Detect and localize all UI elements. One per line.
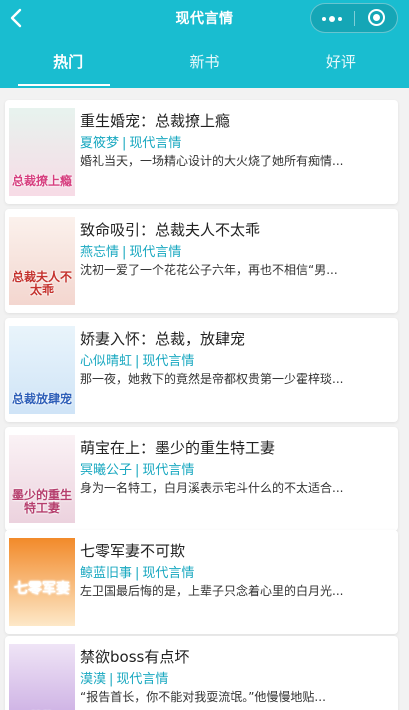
book-title: 禁欲boss有点坏: [80, 648, 190, 666]
meta-separator: |: [135, 354, 140, 369]
tab-top-rated-label: 好评: [325, 53, 356, 71]
book-cover: 墨少的重生特工妻: [9, 435, 75, 523]
book-cover: 总裁撩上瘾: [9, 108, 75, 196]
book-category[interactable]: 现代言情: [116, 672, 168, 687]
cover-title: 总裁撩上瘾: [11, 174, 72, 188]
book-description: 身为一名特工，白月溪表示宅斗什么的不太适合...: [80, 481, 344, 495]
book-meta: 燕忘情 | 现代言情: [80, 241, 181, 260]
book-author[interactable]: 冥曦公子: [80, 463, 132, 478]
book-meta: 冥曦公子 | 现代言情: [80, 459, 194, 478]
book-title: 七零军妻不可欺: [80, 542, 186, 560]
book-meta: 夏筱梦 | 现代言情: [80, 132, 181, 151]
book-author[interactable]: 心似晴虹: [80, 354, 132, 369]
book-category[interactable]: 现代言情: [142, 463, 194, 478]
meta-separator: |: [122, 136, 127, 151]
mini-program-capsule: [310, 3, 398, 33]
book-description: 那一夜，她救下的竟然是帝都权贵第一少霍梓琰...: [80, 372, 344, 386]
book-card[interactable]: 总裁撩上瘾 重生婚宠：总裁撩上瘾 夏筱梦 | 现代言情 婚礼当天，一场精心设计的大火…: [5, 100, 398, 204]
book-author[interactable]: 鲸蓝旧事: [80, 566, 132, 581]
book-description: 左卫国最后悔的是，上辈子只念着心里的白月光...: [80, 584, 344, 598]
book-cover: 总裁夫人不太乖: [9, 217, 75, 305]
book-cover: 七零军妻: [9, 538, 75, 626]
book-list: 总裁撩上瘾 重生婚宠：总裁撩上瘾 夏筱梦 | 现代言情 婚礼当天，一场精心设计的大火…: [0, 88, 409, 710]
tab-hot[interactable]: 热门: [0, 36, 136, 88]
tab-hot-label: 热门: [53, 53, 84, 71]
tab-new[interactable]: 新书: [136, 36, 272, 88]
book-title: 致命吸引：总裁夫人不太乖: [80, 221, 261, 239]
book-title: 娇妻入怀：总裁，放肆宠: [80, 330, 246, 348]
book-card[interactable]: 七零军妻 七零军妻不可欺 鲸蓝旧事 | 现代言情 左卫国最后悔的是，上辈子只念着心里…: [5, 530, 398, 634]
book-meta: 鲸蓝旧事 | 现代言情: [80, 562, 194, 581]
book-meta: 漠漠 | 现代言情: [80, 668, 168, 687]
book-author[interactable]: 夏筱梦: [80, 136, 119, 151]
cover-title: 墨少的重生特工妻: [11, 488, 72, 515]
book-card[interactable]: 总裁夫人不太乖 致命吸引：总裁夫人不太乖 燕忘情 | 现代言情 沈初一爱了一个花花公…: [5, 209, 398, 313]
book-title: 萌宝在上：墨少的重生特工妻: [80, 439, 276, 457]
active-tab-indicator: [18, 84, 111, 86]
meta-separator: |: [135, 566, 140, 581]
meta-separator: |: [135, 463, 140, 478]
book-author[interactable]: 漠漠: [80, 672, 106, 687]
book-category[interactable]: 现代言情: [142, 354, 194, 369]
cover-title: 总裁放肆宠: [11, 392, 72, 406]
book-cover: 禁欲: [9, 644, 75, 710]
book-category[interactable]: 现代言情: [142, 566, 194, 581]
book-card[interactable]: 总裁放肆宠 娇妻入怀：总裁，放肆宠 心似晴虹 | 现代言情 那一夜，她救下的竟然是帝…: [5, 318, 398, 422]
meta-separator: |: [122, 245, 127, 260]
more-options-icon[interactable]: [311, 4, 354, 32]
book-description: “报告首长，你不能对我耍流氓。”他慢慢地贴...: [80, 690, 326, 704]
meta-separator: |: [109, 672, 114, 687]
navigation-bar: 现代言情: [0, 0, 409, 36]
cover-title: 总裁夫人不太乖: [11, 270, 72, 297]
tab-new-label: 新书: [189, 53, 220, 71]
book-description: 婚礼当天，一场精心设计的大火烧了她所有痴情...: [80, 154, 344, 168]
tab-top-rated[interactable]: 好评: [273, 36, 409, 88]
book-description: 沈初一爱了一个花花公子六年，再也不相信“男...: [80, 263, 338, 277]
book-category[interactable]: 现代言情: [129, 245, 181, 260]
close-mini-program-icon[interactable]: [355, 4, 398, 32]
book-title: 重生婚宠：总裁撩上瘾: [80, 112, 231, 130]
book-cover: 总裁放肆宠: [9, 326, 75, 414]
cover-title: 七零军妻: [14, 581, 70, 597]
category-tabs: 热门 新书 好评: [0, 36, 409, 88]
book-meta: 心似晴虹 | 现代言情: [80, 350, 194, 369]
book-card[interactable]: 墨少的重生特工妻 萌宝在上：墨少的重生特工妻 冥曦公子 | 现代言情 身为一名特工，…: [5, 427, 398, 531]
book-card[interactable]: 禁欲 禁欲boss有点坏 漠漠|现代言情 “报告首长，你不能对我耍流氓。”他慢慢…: [5, 636, 398, 710]
book-category[interactable]: 现代言情: [129, 136, 181, 151]
book-author[interactable]: 燕忘情: [80, 245, 119, 260]
